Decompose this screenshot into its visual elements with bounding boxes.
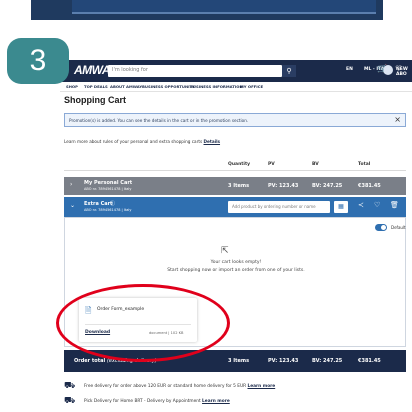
nav-item-top-deals[interactable]: TOP DEALS	[84, 84, 108, 89]
details-link[interactable]: Details	[204, 139, 221, 144]
empty-cart-hint: Start shopping now or import an order fr…	[167, 268, 305, 273]
close-icon[interactable]: ×	[394, 115, 401, 124]
order-total-pv: PV: 123.43	[268, 358, 299, 364]
trash-icon[interactable]: 🗑	[390, 201, 399, 209]
order-total-label: Order total (excluding delivery)	[74, 358, 157, 364]
search-placeholder: I'm looking for	[112, 67, 148, 73]
extra-cart-row[interactable]: ⌄ Extra Cart ABO nr. 7894561478 | Italy …	[64, 197, 406, 217]
import-list-icon[interactable]: ▦	[334, 201, 348, 213]
order-total-quantity: 3 Items	[228, 358, 250, 364]
column-quantity: Quantity	[228, 162, 251, 167]
personal-cart-name: My Personal Cart	[84, 180, 133, 186]
cart-icon[interactable]: 🛒	[377, 64, 387, 73]
personal-cart-row[interactable]: › My Personal Cart ABO nr. 7894561478 | …	[64, 177, 406, 195]
toggle-knob	[381, 225, 386, 230]
nav-item-about-amway[interactable]: ABOUT AMWAY	[110, 84, 142, 89]
promotion-banner: Promotion(s) is added. You can see the d…	[64, 113, 406, 127]
empty-cart-title: Your cart looks empty!	[210, 260, 262, 265]
previous-slide-band	[31, 0, 383, 20]
site-header: AMWAY I'm looking for ⚲ EN ML - ITALY NE…	[60, 60, 412, 82]
order-total-title: Order total	[74, 358, 106, 364]
extra-cart-panel: Default ⇱ Your cart looks empty! Start s…	[64, 217, 406, 347]
heart-icon[interactable]: ♡	[395, 64, 402, 73]
order-form-card[interactable]: 🗎 Order Form_example Download document |…	[79, 298, 197, 342]
step-number-badge: 3	[7, 38, 69, 84]
order-total-bar: Order total (excluding delivery) 3 Items…	[64, 350, 406, 372]
page-title: Shopping Cart	[64, 95, 126, 105]
order-total-bv: BV: 247.25	[312, 358, 343, 364]
truck-icon: ⛟	[64, 381, 76, 391]
delivery-info-text-1: Free delivery for order above 120 EUR or…	[84, 384, 247, 389]
share-icon[interactable]: ≺	[358, 201, 364, 209]
main-nav: SHOP TOP DEALS ABOUT AMWAY BUSINESS OPPO…	[60, 82, 412, 92]
info-icon[interactable]: ⓘ	[110, 200, 115, 207]
search-icon[interactable]: ⚲	[282, 65, 296, 77]
nav-item-my-office[interactable]: MY OFFICE	[240, 84, 263, 89]
extra-cart-account: ABO nr. 7894561478 | Italy	[84, 208, 132, 212]
column-bv: BV	[312, 162, 319, 167]
chevron-right-icon[interactable]: ›	[70, 181, 72, 188]
heart-icon[interactable]: ♡	[374, 201, 380, 209]
delivery-learn-more-1[interactable]: Learn more	[247, 384, 275, 389]
nav-item-business-information[interactable]: BUSINESS INFORMATION	[190, 84, 243, 89]
screenshot-stage: 3 AMWAY I'm looking for ⚲ EN ML - ITALY …	[0, 0, 412, 412]
personal-cart-bv: BV: 247.25	[312, 183, 343, 189]
add-product-input[interactable]: Add product by ordering number or name	[228, 201, 330, 213]
language-selector[interactable]: EN	[346, 67, 353, 72]
default-cart-label: Default	[391, 225, 406, 230]
column-total: Total	[358, 162, 371, 167]
nav-item-shop[interactable]: SHOP	[66, 84, 78, 89]
personal-cart-account: ABO nr. 7894561478 | Italy	[84, 187, 132, 191]
cart-rules-info: Learn more about rules of your personal …	[64, 139, 220, 144]
previous-slide-band-inner	[72, 0, 376, 14]
document-icon: 🗎	[85, 306, 92, 315]
column-pv: PV	[268, 162, 275, 167]
personal-cart-pv: PV: 123.43	[268, 183, 299, 189]
default-cart-toggle[interactable]	[375, 224, 387, 231]
table-header-divider	[64, 170, 406, 171]
download-link[interactable]: Download	[85, 330, 110, 335]
mouse-cursor-icon: ⇱	[221, 246, 229, 256]
order-total-amount: €381.45	[358, 358, 381, 364]
card-divider	[85, 324, 191, 325]
truck-icon: ⛟	[64, 396, 76, 406]
personal-cart-quantity: 3 Items	[228, 183, 250, 189]
delivery-info-text-2: Pick Delivery for Home BRT - Delivery by…	[84, 399, 201, 404]
chevron-down-icon[interactable]: ⌄	[70, 202, 75, 209]
extra-cart-name: Extra Cart	[84, 201, 113, 207]
promotion-text: Promotion(s) is added. You can see the d…	[69, 118, 249, 123]
add-product-placeholder: Add product by ordering number or name	[232, 204, 316, 209]
nav-item-business-opportunity[interactable]: BUSINESS OPPORTUNITY	[142, 84, 195, 89]
order-form-title: Order Form_example	[97, 307, 145, 312]
file-meta: document | 102 KB	[149, 331, 184, 335]
cart-rules-text: Learn more about rules of your personal …	[64, 139, 203, 144]
delivery-info-line-2: Pick Delivery for Home BRT - Delivery by…	[84, 399, 230, 404]
search-input[interactable]: I'm looking for	[108, 65, 282, 77]
personal-cart-total: €381.45	[358, 183, 381, 189]
delivery-info-line-1: Free delivery for order above 120 EUR or…	[84, 384, 275, 389]
delivery-learn-more-2[interactable]: Learn more	[202, 399, 230, 404]
order-total-note: (excluding delivery)	[106, 358, 157, 364]
